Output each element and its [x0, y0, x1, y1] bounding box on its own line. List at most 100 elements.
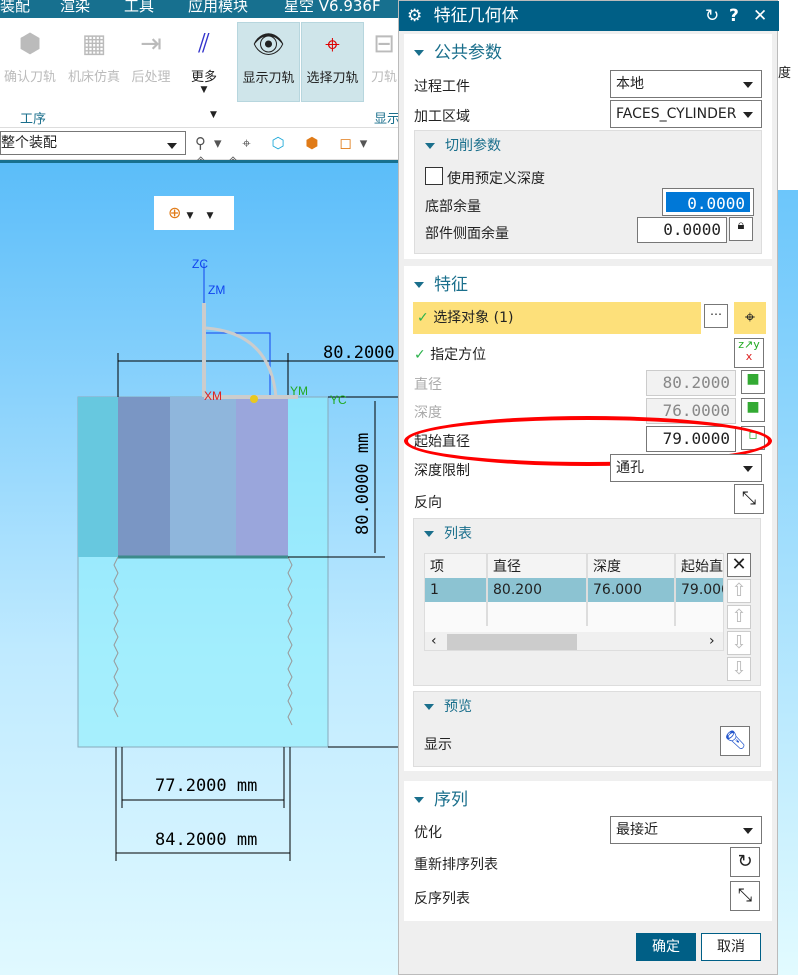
reverse-label: 反向 — [414, 495, 442, 511]
side-stock-label: 部件侧面余量 — [425, 226, 509, 242]
flashlight-icon[interactable]: 🔦︎ — [720, 726, 750, 756]
reset-icon[interactable]: ↻ — [705, 1, 719, 31]
delete-icon[interactable]: ✕ — [727, 553, 751, 577]
menu-assembly[interactable]: 装配 — [0, 0, 30, 14]
scrollbar-thumb[interactable] — [447, 634, 577, 650]
machine-icon: ▦ — [81, 29, 107, 59]
use-predefined-depth-label: 使用预定义深度 — [447, 171, 545, 187]
refresh-icon[interactable]: ↻ — [730, 847, 760, 877]
toolpath-button[interactable]: ⊟ 刀轨 — [368, 22, 400, 102]
lock-icon[interactable]: ■ — [741, 370, 765, 394]
column-header[interactable]: 起始直 — [675, 554, 723, 578]
scroll-right-icon[interactable]: › — [709, 633, 715, 649]
cancel-button[interactable]: 取消 — [701, 933, 761, 961]
collapse-icon — [425, 143, 435, 149]
use-predefined-depth-checkbox[interactable] — [425, 167, 443, 185]
depth-limit-select[interactable]: 通孔 — [610, 454, 762, 482]
postprocess-button[interactable]: ⇥ 后处理 — [128, 22, 174, 102]
verify-toolpath-button[interactable]: ⬢ 确认刀轨 — [2, 22, 58, 102]
handle-point[interactable] — [250, 395, 258, 403]
column-header[interactable]: 深度 — [587, 554, 676, 578]
move-up-icon[interactable]: ⇧ — [727, 605, 751, 629]
check-icon: ✓ — [414, 347, 426, 363]
group-expand-icon[interactable]: ▼ — [210, 110, 217, 120]
dim-top-diameter[interactable]: 80.2000 — [323, 343, 395, 363]
dim-depth[interactable]: 80.0000 mm — [353, 433, 373, 535]
dim-inner-diameter[interactable]: 77.2000 mm — [155, 776, 257, 796]
menu-tools[interactable]: 工具 — [124, 0, 154, 14]
move-down-icon[interactable]: ⇩ — [727, 631, 751, 655]
section-common-params: 公共参数 过程工件 本地 加工区域 FACES_CYLINDER 切削参数 使用… — [404, 34, 772, 259]
gear-icon: ⚙ — [407, 6, 423, 26]
axis-label-zm: ZM — [208, 283, 225, 297]
select-object-row[interactable]: ✓ 选择对象 (1) — [413, 302, 701, 334]
floor-stock-input[interactable]: 0.0000 — [662, 188, 754, 216]
menu-render[interactable]: 渲染 — [60, 0, 90, 14]
side-stock-input[interactable]: 0.0000 — [637, 217, 727, 243]
crosshair-icon: ⌖ — [325, 30, 340, 60]
menu-app-modules[interactable]: 应用模块 — [188, 0, 248, 14]
verify-icon: ⬢ — [18, 29, 42, 59]
crosshair-select-icon[interactable]: ⌖ — [734, 302, 766, 334]
group-label-display: 显示 — [374, 112, 401, 127]
table-row[interactable]: 180.20076.00079.000 — [425, 578, 723, 602]
diameter-input[interactable]: 80.2000 — [646, 370, 736, 396]
subsection-header-cut[interactable]: 切削参数 — [425, 135, 501, 155]
diameter-label: 直径 — [414, 377, 442, 393]
dim-outer-diameter[interactable]: 84.2000 mm — [155, 830, 257, 850]
horizontal-scrollbar[interactable]: ‹ › — [425, 632, 723, 650]
machine-sim-button[interactable]: ▦ 机床仿真 — [64, 22, 124, 102]
lock-icon[interactable]: 🔒︎ — [729, 217, 753, 241]
column-header[interactable]: 直径 — [487, 554, 588, 578]
reverse-list-icon[interactable]: ⤡ — [730, 881, 760, 911]
subsection-header-list[interactable]: 列表 — [424, 523, 472, 543]
cell: 80.200 — [487, 578, 588, 602]
ribbon: ⬢ 确认刀轨 ▦ 机床仿真 ⇥ 后处理 ⫽ 更多 ▼ 👁 显示刀轨 ⌖ 选择刀轨 ⊟ 刀轨 工序… — [0, 18, 400, 128]
point-dialog-button[interactable]: ⋯ — [704, 304, 728, 328]
feature-list-table: 项直径深度起始直 180.20076.00079.000 ‹› — [424, 553, 724, 651]
bore-shade-right — [236, 397, 288, 557]
optimize-label: 优化 — [414, 825, 442, 841]
ok-button[interactable]: 确定 — [636, 933, 696, 961]
section-header-sequence[interactable]: 序列 — [414, 785, 468, 810]
close-icon[interactable]: ✕ — [753, 1, 767, 31]
scroll-left-icon[interactable]: ‹ — [431, 633, 437, 649]
axis-label-xm: XM — [204, 389, 222, 403]
axis-label-zc: ZC — [192, 257, 208, 271]
machining-area-label: 加工区域 — [414, 109, 470, 125]
subsection-header-preview[interactable]: 预览 — [424, 696, 472, 716]
reverse-direction-icon[interactable]: ⤡ — [734, 484, 764, 514]
csys-icon[interactable]: z↗y x — [734, 338, 764, 368]
preview-show-label: 显示 — [424, 737, 452, 753]
model-drawing: ZC ZM XM YM YC 80.2000 80.0000 mm 77.200… — [77, 257, 400, 861]
assembly-filter-select[interactable]: 整个装配 — [0, 131, 186, 155]
select-toolpath-button[interactable]: ⌖ 选择刀轨 — [301, 22, 364, 102]
move-bottom-icon[interactable]: ⇩ — [727, 657, 751, 681]
floor-stock-label: 底部余量 — [425, 199, 481, 215]
more-button[interactable]: ⫽ 更多 ▼ — [182, 22, 226, 102]
help-icon[interactable]: ? — [729, 1, 739, 31]
graphics-viewport[interactable]: ⊕ ▼ ▼ ZC ZM XM YM YC 80.2000 80.0000 mm … — [0, 160, 400, 975]
move-top-icon[interactable]: ⇧ — [727, 579, 751, 603]
process-workpiece-select[interactable]: 本地 — [610, 70, 762, 98]
feature-geometry-dialog: ⚙ 特征几何体 ↻ ? ✕ 公共参数 过程工件 本地 加工区域 FACES_CY… — [398, 0, 779, 975]
process-workpiece-label: 过程工件 — [414, 79, 470, 95]
lock-icon[interactable]: ■ — [741, 398, 765, 422]
selection-toolbar: 整个装配 ⚲▾ ⌖ ⬡ ⬢ ◻▾ ◈ ◈ — [0, 128, 400, 170]
section-header-common[interactable]: 公共参数 — [414, 38, 502, 63]
show-toolpath-button[interactable]: 👁 显示刀轨 — [237, 22, 300, 102]
optimize-select[interactable]: 最接近 — [610, 816, 762, 844]
outer-wall-left — [78, 397, 118, 557]
subsection-preview: 预览 显示 🔦︎ — [413, 691, 761, 767]
column-header[interactable]: 项 — [425, 554, 488, 578]
dialog-title: 特征几何体 — [433, 6, 519, 26]
check-icon: ✓ — [417, 310, 429, 326]
collapse-icon — [424, 704, 434, 710]
machining-area-select[interactable]: FACES_CYLINDER — [610, 100, 762, 128]
dialog-title-bar: ⚙ 特征几何体 ↻ ? ✕ — [399, 1, 779, 31]
menu-version[interactable]: 星空 V6.936F — [284, 0, 381, 14]
tool-icon: ⫽ — [198, 29, 210, 59]
eye-icon: 👁 — [251, 30, 285, 60]
section-header-feature[interactable]: 特征 — [414, 270, 468, 295]
collapse-icon — [414, 282, 424, 288]
